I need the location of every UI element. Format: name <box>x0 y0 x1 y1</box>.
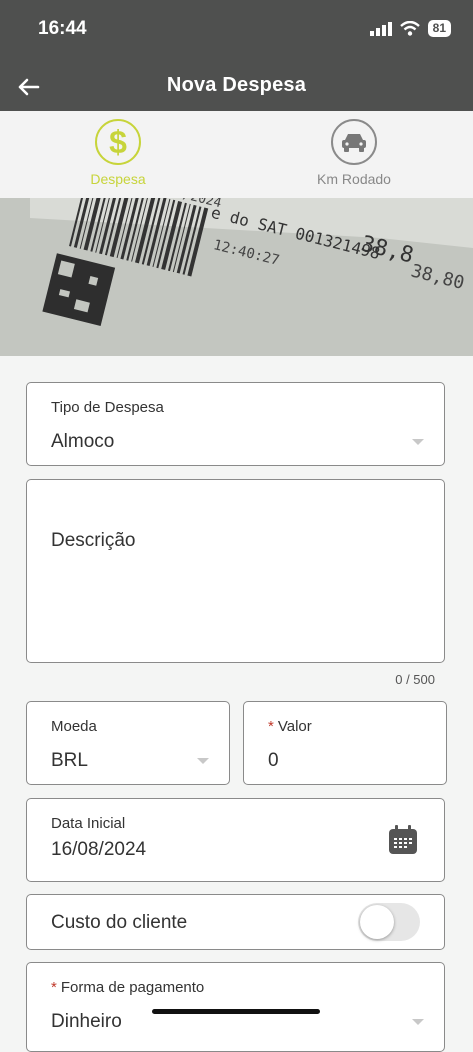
status-bar: 16:44 81 <box>0 0 473 62</box>
tab-despesa[interactable]: $ Despesa <box>48 119 188 187</box>
forma-pagamento-label: * Forma de pagamento <box>51 979 204 996</box>
descricao-placeholder: Descrição <box>51 530 136 551</box>
custo-cliente-toggle[interactable] <box>358 903 420 941</box>
tipo-despesa-value: Almoco <box>51 431 115 452</box>
tab-km-rodado-label: Km Rodado <box>317 171 391 187</box>
battery-indicator: 81 <box>427 20 451 37</box>
dollar-icon: $ <box>95 119 141 165</box>
tab-km-rodado[interactable]: Km Rodado <box>284 119 424 187</box>
valor-value: 0 <box>268 750 279 771</box>
valor-input[interactable]: * Valor 0 <box>243 701 447 785</box>
custo-cliente-row: Custo do cliente <box>26 894 445 950</box>
chevron-down-icon <box>412 1019 424 1025</box>
required-mark: * <box>51 979 57 996</box>
descricao-textarea[interactable]: Descrição <box>26 479 445 663</box>
data-inicial-field[interactable]: Data Inicial 16/08/2024 <box>26 798 445 882</box>
required-mark: * <box>268 718 274 735</box>
moeda-value: BRL <box>51 750 88 771</box>
receipt-photo[interactable]: 3655 06/08/2024 e do SAT 001321498 12:40… <box>0 198 473 356</box>
home-indicator <box>152 1009 320 1014</box>
moeda-select[interactable]: Moeda BRL <box>26 701 230 785</box>
tab-bar: $ Despesa Km Rodado <box>0 111 473 199</box>
descricao-counter: 0 / 500 <box>395 672 435 687</box>
status-icons: 81 <box>369 20 451 37</box>
receipt-photo-graphic: 3655 06/08/2024 e do SAT 001321498 12:40… <box>0 198 473 356</box>
valor-label-text: Valor <box>277 718 312 735</box>
forma-pagamento-select[interactable]: * Forma de pagamento Dinheiro <box>26 962 445 1052</box>
tipo-despesa-select[interactable]: Tipo de Despesa Almoco <box>26 382 445 466</box>
svg-text:$: $ <box>109 125 127 159</box>
chevron-down-icon <box>197 758 209 764</box>
tipo-despesa-label: Tipo de Despesa <box>51 399 164 416</box>
signal-icon <box>369 21 392 36</box>
calendar-icon[interactable] <box>388 825 418 855</box>
status-time: 16:44 <box>38 18 87 39</box>
wifi-icon <box>399 21 420 36</box>
valor-label: * Valor <box>268 718 312 735</box>
header: Nova Despesa <box>0 62 473 111</box>
custo-cliente-label: Custo do cliente <box>51 912 188 933</box>
toggle-knob <box>360 905 394 939</box>
car-icon <box>331 119 377 165</box>
forma-pagamento-value: Dinheiro <box>51 1011 122 1032</box>
chevron-down-icon <box>412 439 424 445</box>
data-inicial-value: 16/08/2024 <box>51 839 147 860</box>
data-inicial-label: Data Inicial <box>51 815 126 832</box>
tab-despesa-label: Despesa <box>90 171 146 187</box>
page-title: Nova Despesa <box>166 74 307 96</box>
moeda-label: Moeda <box>51 718 97 735</box>
forma-pagamento-label-text: Forma de pagamento <box>60 979 205 996</box>
